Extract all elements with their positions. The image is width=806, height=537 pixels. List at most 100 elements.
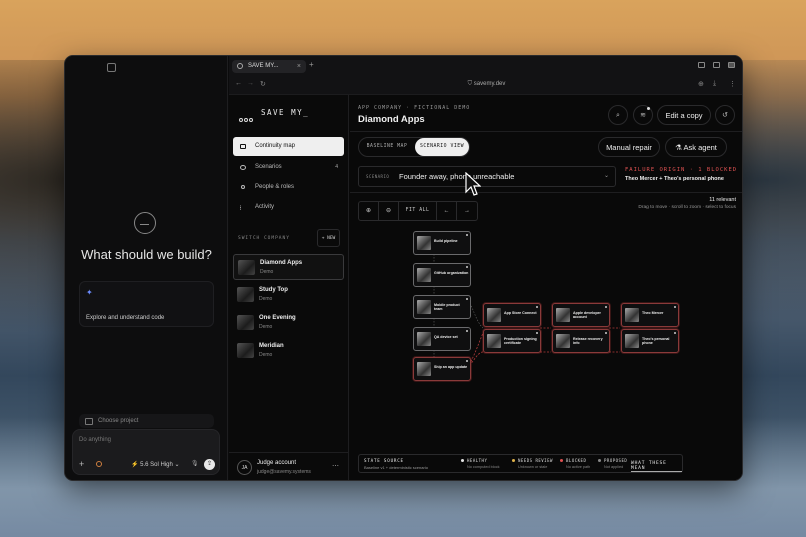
scenario-label: SCENARIO [366, 174, 390, 179]
node-thumbnail [487, 334, 501, 348]
notifications-icon[interactable]: ≋ [633, 105, 653, 125]
node-thumbnail [417, 236, 431, 250]
send-button[interactable]: ⇪ [204, 459, 215, 470]
download-icon[interactable]: ⤓ [713, 80, 716, 88]
node-title: Mobile product team [434, 303, 460, 311]
add-icon[interactable]: + [79, 459, 84, 469]
extensions-icon[interactable]: ⊕ [698, 80, 704, 88]
browser-tab[interactable]: SAVE MY... × [232, 60, 306, 73]
failure-detail: Theo Mercer + Theo's personal phone [625, 176, 724, 182]
undo-icon[interactable]: ↺ [715, 105, 735, 125]
graph-node[interactable]: QA device set [413, 327, 471, 351]
microphone-icon[interactable]: 🎙 [191, 460, 199, 467]
sidebar-item-continuity-map[interactable]: Continuity map [233, 137, 344, 156]
scenario-select[interactable]: SCENARIO Founder away, phone unreachable… [358, 166, 616, 187]
page-title: Diamond Apps [358, 114, 425, 125]
canvas-hint: Drag to move · scroll to zoom · select t… [638, 205, 736, 210]
menu-icon[interactable]: ⋮ [729, 80, 736, 88]
account-name: Judge account [257, 460, 297, 466]
graph-node[interactable]: Release recovery info [552, 329, 610, 353]
globe-icon [237, 63, 243, 69]
graph-node[interactable]: Build pipeline [413, 231, 471, 255]
assistant-logo-icon [134, 212, 156, 234]
tab-baseline-map[interactable]: BASELINE MAP [361, 138, 413, 156]
split-view-icon[interactable] [728, 62, 735, 68]
node-thumbnail [625, 334, 639, 348]
model-selector[interactable]: ⚡ 5.6 Sol High ⌄ [131, 461, 180, 468]
nav-label: Scenarios [255, 164, 282, 170]
company-sub: Demo [259, 296, 273, 302]
switch-company-heading: SWITCH COMPANY [238, 236, 290, 241]
node-thumbnail [487, 308, 501, 322]
zoom-in-icon[interactable]: ⊕ [359, 202, 379, 220]
main-panel: APP COMPANY · FICTIONAL DEMO Diamond App… [350, 95, 742, 480]
state-legend: STATE SOURCE Baseline v1 + deterministic… [358, 454, 683, 473]
graph-node[interactable]: Apple developer account [552, 303, 610, 327]
url-text: savemy.dev [473, 81, 506, 87]
sidebar-toggle-icon[interactable] [107, 63, 116, 72]
company-thumbnail [237, 287, 254, 302]
graph-node[interactable]: Ship an app update [413, 357, 471, 381]
notification-dot [647, 107, 650, 110]
new-tab-icon[interactable]: + [309, 60, 314, 69]
composer-input[interactable]: Do anything [79, 437, 111, 443]
chat-heading: What should we build? [81, 247, 212, 262]
pan-left-button[interactable]: ← [437, 202, 457, 220]
zoom-out-icon[interactable]: ⊖ [379, 202, 399, 220]
manual-repair-button[interactable]: Manual repair [598, 137, 660, 157]
nav-label: Activity [255, 204, 275, 210]
node-thumbnail [417, 268, 431, 282]
clock-icon[interactable] [96, 461, 102, 467]
new-company-button[interactable]: + NEW [317, 229, 340, 247]
legend-title: STATE SOURCE [364, 458, 404, 463]
chevron-down-icon: ⌄ [603, 173, 609, 179]
graph-node[interactable]: Theo's personal phone [621, 329, 679, 353]
window-icon[interactable] [713, 62, 720, 68]
tab-scenario-view[interactable]: SCENARIO VIEW [415, 138, 469, 156]
node-title: Release recovery info [573, 337, 603, 345]
legend-help-link[interactable]: WHAT THESE MEAN [631, 461, 682, 472]
more-icon[interactable]: ⋯ [332, 462, 339, 470]
pan-right-button[interactable]: → [457, 202, 477, 220]
tab-title: SAVE MY... [248, 63, 279, 69]
node-status-dot [674, 332, 676, 334]
graph-node[interactable]: Mobile product team [413, 295, 471, 319]
restore-icon[interactable] [698, 62, 705, 68]
map-icon [240, 144, 246, 149]
scenarios-count: 4 [335, 164, 338, 170]
fit-all-button[interactable]: FIT ALL [399, 202, 437, 220]
ask-agent-button[interactable]: ⚗ Ask agent [665, 137, 727, 157]
close-icon[interactable]: × [297, 60, 301, 73]
canvas-toolbar: ⊕ ⊖ FIT ALL ← → [358, 201, 478, 221]
choose-project-button[interactable]: Choose project [79, 414, 214, 428]
company-name: Diamond Apps [260, 260, 303, 266]
composer[interactable]: Do anything + ⚡ 5.6 Sol High ⌄ 🎙 ⇪ [72, 429, 220, 475]
bolt-icon [240, 165, 246, 170]
sidebar-item-activity[interactable]: Activity [233, 198, 344, 217]
divider [350, 192, 742, 193]
company-item[interactable]: Diamond Apps Demo [233, 254, 344, 280]
node-title: Theo's personal phone [642, 337, 670, 345]
company-thumbnail [238, 260, 255, 275]
node-status-dot [536, 306, 538, 308]
address-field[interactable]: ⛉ savemy.dev [229, 81, 742, 88]
graph-node[interactable]: Theo Mercer [621, 303, 679, 327]
company-item[interactable]: Meridian Demo [233, 338, 344, 364]
legend-desc: Not applied [604, 465, 624, 469]
mouse-cursor-icon [465, 172, 481, 196]
graph-node[interactable]: App Store Connect [483, 303, 541, 327]
node-title: Production signing certificate [504, 337, 537, 345]
node-title: Theo Mercer [642, 311, 664, 315]
legend-name: HEALTHY [467, 458, 488, 463]
graph-node[interactable]: GitHub organization [413, 263, 471, 287]
account-menu[interactable]: JA Judge account judge@savemy.systems ⋯ [229, 452, 349, 480]
sidebar-item-people[interactable]: People & roles [233, 178, 344, 197]
company-item[interactable]: Study Top Demo [233, 282, 344, 308]
node-title: Ship an app update [434, 365, 468, 369]
edit-copy-button[interactable]: Edit a copy [657, 105, 711, 125]
sidebar-item-scenarios[interactable]: Scenarios 4 [233, 158, 344, 177]
suggestion-card[interactable]: ✦ Explore and understand code [79, 281, 214, 327]
company-item[interactable]: One Evening Demo [233, 310, 344, 336]
search-icon[interactable]: ⌕ [608, 105, 628, 125]
graph-node[interactable]: Production signing certificate [483, 329, 541, 353]
